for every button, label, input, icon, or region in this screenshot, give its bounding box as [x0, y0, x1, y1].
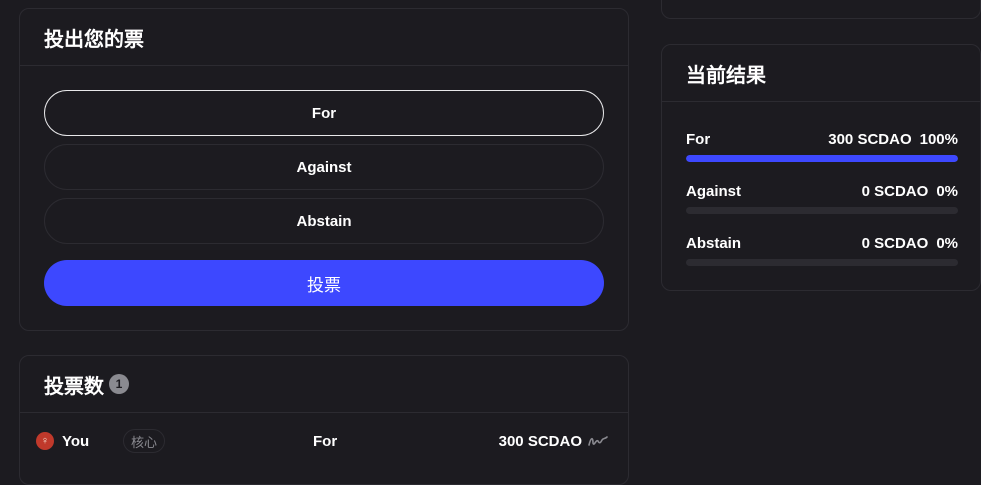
votes-card: 投票数 1 ♀ You 核心 For 300 SCDAO: [19, 355, 629, 485]
submit-vote-button[interactable]: 投票: [44, 260, 604, 306]
result-amount: 0 SCDAO: [861, 234, 929, 252]
vote-amount: 300 SCDAO: [498, 432, 582, 450]
result-percent: 100%: [919, 130, 958, 148]
votes-count-badge: 1: [109, 374, 129, 394]
votes-header: 投票数 1: [20, 356, 628, 413]
result-percent: 0%: [936, 234, 958, 252]
signature-icon[interactable]: [588, 434, 608, 448]
voter-name[interactable]: You: [62, 433, 89, 450]
votes-title: 投票数: [44, 375, 104, 398]
vote-choice: For: [313, 432, 338, 450]
vote-row: ♀ You 核心 For 300 SCDAO: [20, 414, 630, 468]
result-bar-track: [686, 207, 958, 214]
result-bar-fill: [686, 155, 958, 162]
vote-option-abstain[interactable]: Abstain: [44, 198, 604, 244]
cast-vote-title: 投出您的票: [20, 9, 628, 66]
vote-option-against[interactable]: Against: [44, 144, 604, 190]
result-percent: 0%: [936, 182, 958, 200]
results-title: 当前结果: [662, 45, 980, 102]
result-bar-track: [686, 259, 958, 266]
role-tag: 核心: [123, 429, 166, 453]
result-label: Abstain: [686, 234, 742, 252]
result-abstain: Abstain 0 SCDAO 0%: [686, 233, 958, 266]
result-label: Against: [686, 182, 742, 200]
result-bar-track: [686, 155, 958, 162]
previous-info-card: [661, 0, 981, 19]
vote-option-for[interactable]: For: [44, 90, 604, 136]
result-amount: 0 SCDAO: [861, 182, 929, 200]
result-for: For 300 SCDAO 100%: [686, 129, 958, 162]
result-amount: 300 SCDAO: [828, 130, 912, 148]
result-label: For: [686, 130, 711, 148]
avatar[interactable]: ♀: [36, 432, 54, 450]
result-against: Against 0 SCDAO 0%: [686, 181, 958, 214]
cast-vote-card: 投出您的票 For Against Abstain 投票: [19, 8, 629, 331]
current-results-card: 当前结果 For 300 SCDAO 100% Against 0 SCDAO 0%…: [661, 44, 981, 291]
